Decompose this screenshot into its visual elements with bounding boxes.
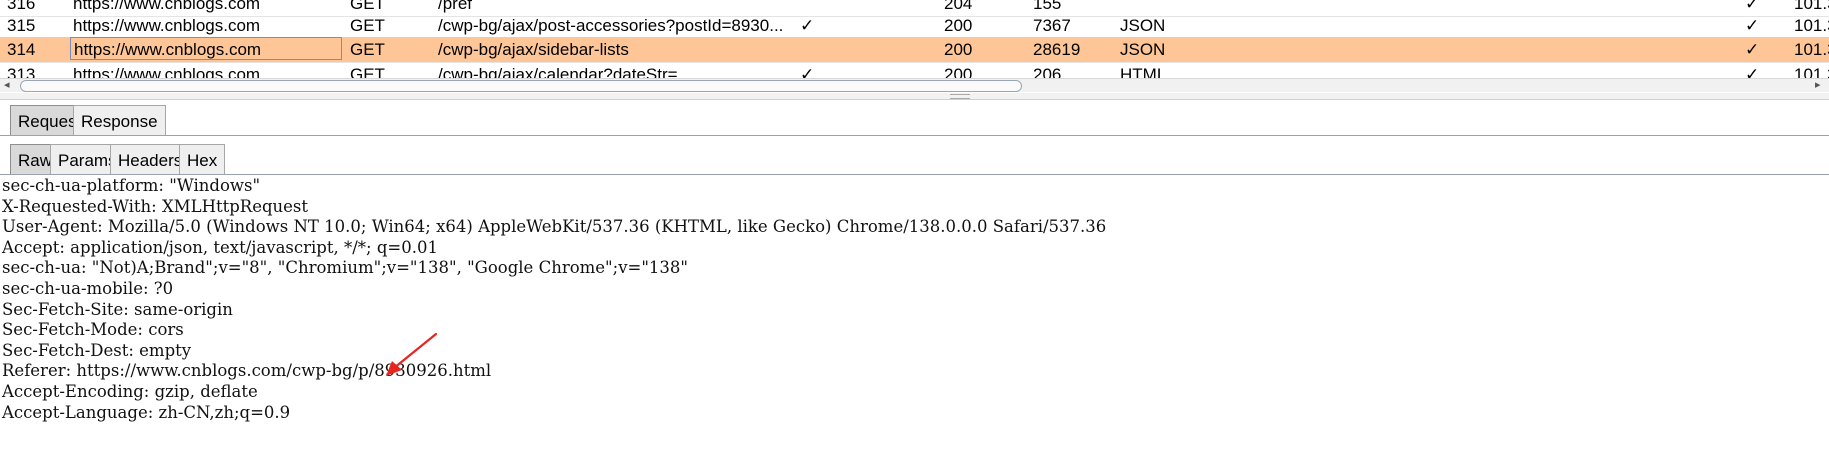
- cell-mime: JSON: [1120, 16, 1166, 35]
- cell-host: https://www.cnblogs.com: [70, 37, 342, 60]
- scroll-right-arrow-icon[interactable]: ▸: [1815, 78, 1821, 92]
- tab-request-label: Request: [18, 112, 82, 131]
- tab-raw-label: Raw: [18, 151, 53, 170]
- table-row[interactable]: 314 https://www.cnblogs.com GET/cwp-bg/aja…: [0, 37, 1829, 63]
- cell-host: https://www.cnblogs.com: [73, 16, 261, 35]
- cell-ip: 101.3: [1794, 16, 1829, 35]
- cell-num: 314: [7, 40, 36, 59]
- pane-splitter[interactable]: [0, 93, 1829, 100]
- cell-num: 315: [7, 16, 36, 35]
- tabbar-divider: [0, 135, 1829, 136]
- message-tabbar: Request Response: [0, 102, 1829, 136]
- view-tabbar: Raw Params Headers Hex: [0, 141, 1829, 175]
- tabbar-divider: [0, 174, 1829, 175]
- cell-tls: ✓: [1745, 16, 1760, 35]
- red-arrow-icon: [386, 332, 438, 376]
- cell-length: 7367: [1033, 16, 1071, 35]
- proxy-history-table: 316 https://www.cnblogs.com GET/pref 204 155…: [0, 0, 1829, 92]
- cell-url: /cwp-bg/ajax/sidebar-lists: [438, 40, 629, 59]
- cell-method: GET: [350, 40, 385, 59]
- tab-response[interactable]: Response: [73, 105, 166, 136]
- horizontal-scrollbar[interactable]: ◂ ▸: [0, 78, 1829, 92]
- tab-hex-label: Hex: [187, 151, 218, 170]
- raw-line: Accept-Language: zh-CN,zh;q=0.9: [2, 402, 291, 422]
- cell-tls: ✓: [1745, 40, 1760, 59]
- cell-url: /cwp-bg/ajax/post-accessories?postId=893…: [438, 16, 784, 35]
- splitter-grip-icon[interactable]: [950, 94, 970, 99]
- cell-status: 200: [944, 40, 973, 59]
- cell-params: [800, 37, 820, 62]
- scrollbar-thumb[interactable]: [20, 80, 1022, 92]
- cell-params: ✓: [800, 16, 815, 35]
- cell-length: 28619: [1033, 40, 1081, 59]
- tab-response-label: Response: [81, 112, 158, 131]
- tab-headers-label: Headers: [118, 151, 183, 170]
- cell-status: 200: [944, 16, 973, 35]
- scroll-left-arrow-icon[interactable]: ◂: [4, 78, 10, 92]
- cell-mime: JSON: [1120, 40, 1166, 59]
- cell-ip: 101.3: [1794, 40, 1829, 59]
- table-row[interactable]: 315 https://www.cnblogs.com GET/cwp-bg/aja…: [0, 13, 1829, 39]
- tab-params-label: Params: [58, 151, 117, 170]
- tab-hex[interactable]: Hex: [179, 144, 226, 175]
- cell-method: GET: [350, 16, 385, 35]
- raw-request-editor[interactable]: sec-ch-ua-platform: "Windows" X-Requested…: [0, 176, 1829, 461]
